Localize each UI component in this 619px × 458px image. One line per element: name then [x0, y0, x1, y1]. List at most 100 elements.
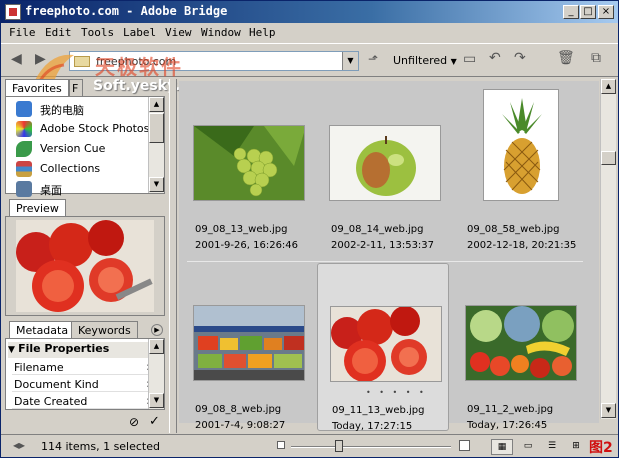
favorites-tabs: Favorites F [5, 79, 165, 97]
app-icon[interactable] [5, 4, 21, 20]
compact-mode-icon[interactable]: ⧉ [591, 50, 601, 66]
file-date: 2002-2-11, 13:53:37 [331, 240, 435, 251]
scroll-down-icon[interactable]: ▼ [149, 177, 164, 192]
thumbnail-image-pineapple [483, 89, 559, 201]
scroll-thumb[interactable] [149, 113, 164, 143]
content-scrollbar[interactable]: ▲ ▼ [600, 79, 616, 419]
file-date: Today, 17:26:45 [467, 420, 548, 431]
thumbnail-cell[interactable]: 09_08_13_web.jpg 2001-9-26, 16:26:46 [181, 85, 313, 253]
minimize-button[interactable]: _ [563, 5, 579, 19]
metadata-row: Filename : [12, 359, 152, 375]
scroll-up-icon[interactable]: ▲ [601, 79, 616, 94]
file-name: 09_11_13_web.jpg [332, 405, 425, 416]
thumbnail-image-apple [329, 125, 441, 201]
cancel-icon[interactable]: ⊘ [129, 415, 139, 429]
row-divider [187, 261, 583, 262]
menu-file[interactable]: File [9, 26, 36, 39]
disclosure-triangle-icon: ▼ [8, 345, 19, 355]
file-name: 09_08_58_web.jpg [467, 224, 560, 235]
menu-view[interactable]: View [165, 26, 192, 39]
title-bar[interactable]: freephoto.com - Adobe Bridge _ □ × [1, 1, 618, 23]
menu-window[interactable]: Window [201, 26, 241, 39]
menu-bar: File Edit Tools Label View Window Help [1, 23, 618, 43]
status-text: 114 items, 1 selected [41, 440, 160, 453]
tab-favorites[interactable]: Favorites [5, 79, 69, 97]
filter-label: Unfiltered [393, 54, 448, 67]
preview-panel [5, 216, 165, 316]
zoom-small-icon[interactable] [277, 441, 285, 449]
watermark-text: 天极软件 [95, 55, 183, 79]
metadata-panel: ▼ File Properties Filename : Document Ki… [5, 338, 165, 410]
zoom-large-icon[interactable] [459, 440, 470, 451]
panel-menu-icon[interactable]: ▶ [151, 324, 163, 336]
thumbnail-cell[interactable]: 09_11_2_web.jpg Today, 17:26:45 [453, 265, 585, 433]
path-dropdown-chevron-icon[interactable]: ▼ [342, 52, 358, 70]
scroll-down-icon[interactable]: ▼ [149, 393, 164, 408]
versions-view-button[interactable]: ⊞ [565, 439, 587, 455]
apply-check-icon[interactable]: ✓ [149, 414, 160, 429]
thumbnail-cell[interactable]: 09_08_14_web.jpg 2002-2-11, 13:53:37 [317, 85, 449, 253]
thumbnail-image-market [193, 305, 305, 381]
file-properties-header[interactable]: ▼ File Properties [8, 342, 148, 358]
menu-tools[interactable]: Tools [81, 26, 114, 39]
thumbnail-image-tomatoes [330, 306, 442, 382]
new-folder-icon[interactable]: ▭ [463, 51, 476, 67]
file-name: 09_08_14_web.jpg [331, 224, 424, 235]
zoom-slider-track[interactable] [291, 446, 451, 448]
computer-icon [16, 101, 32, 117]
figure-label: 图2 [589, 440, 613, 456]
version-cue-icon [16, 141, 32, 157]
metadata-scrollbar[interactable]: ▲ ▼ [148, 339, 164, 409]
tab-folders[interactable]: F [69, 79, 83, 97]
rating-dots[interactable]: • • • • • [366, 388, 427, 397]
trash-icon[interactable]: 🗑 [557, 50, 575, 66]
menu-label[interactable]: Label [123, 26, 156, 39]
thumbnail-image-vegetables [465, 305, 577, 381]
collections-icon [16, 161, 32, 177]
close-button[interactable]: × [598, 5, 614, 19]
filter-dropdown[interactable]: Unfiltered ▼ [393, 54, 457, 67]
stock-photos-icon [16, 121, 32, 137]
thumbnail-view-button[interactable]: ▦ [491, 439, 513, 455]
details-view-button[interactable]: ☰ [541, 439, 563, 455]
menu-help[interactable]: Help [249, 26, 276, 39]
window-title: freephoto.com - Adobe Bridge [25, 4, 228, 18]
thumbnail-cell-selected[interactable]: • • • • • 09_11_13_web.jpg Today, 17:27:… [317, 263, 449, 432]
tab-metadata[interactable]: Metadata [9, 321, 76, 339]
file-date: 2002-12-18, 20:21:35 [467, 240, 577, 251]
filter-chevron-icon: ▼ [450, 57, 457, 66]
preview-image [16, 220, 154, 312]
status-bar: ◂▸ 114 items, 1 selected ▦ ▭ ☰ ⊞ 图2 [1, 434, 618, 457]
metadata-tabs: Metadata Keywords ▶ [5, 321, 165, 339]
menu-edit[interactable]: Edit [45, 26, 72, 39]
thumbnail-cell[interactable]: 09_08_58_web.jpg 2002-12-18, 20:21:35 [453, 85, 585, 253]
file-date: Today, 17:27:15 [332, 421, 413, 432]
preview-tabs: Preview [5, 199, 165, 217]
favorites-scrollbar[interactable]: ▲ ▼ [148, 97, 164, 193]
up-folder-icon[interactable]: ⬏ [368, 52, 378, 66]
scroll-up-icon[interactable]: ▲ [149, 339, 164, 354]
thumbnail-image-grapes [193, 125, 305, 201]
scroll-up-icon[interactable]: ▲ [149, 97, 164, 112]
filmstrip-view-button[interactable]: ▭ [517, 439, 539, 455]
toolbar: ◀ ▶ freephoto.com ▼ ⬏ Unfiltered ▼ ▭ ↶ ↷… [1, 43, 618, 77]
favorites-panel: 我的电脑 Adobe Stock Photos Version Cue Coll… [5, 96, 165, 197]
bridge-window: freephoto.com - Adobe Bridge _ □ × File … [0, 0, 619, 458]
tab-keywords[interactable]: Keywords [71, 321, 138, 339]
rotate-right-icon[interactable]: ↷ [514, 50, 526, 66]
scroll-thumb[interactable] [601, 151, 616, 165]
panel-splitter[interactable] [169, 79, 177, 433]
metadata-row: Date Created : [12, 393, 152, 409]
thumbnail-cell[interactable]: 09_08_8_web.jpg 2001-7-4, 9:08:27 [181, 265, 313, 433]
file-name: 09_08_8_web.jpg [195, 404, 282, 415]
tab-preview[interactable]: Preview [9, 199, 66, 217]
file-name: 09_08_13_web.jpg [195, 224, 288, 235]
back-arrow-icon[interactable]: ◀ [11, 51, 22, 67]
scroll-down-icon[interactable]: ▼ [601, 403, 616, 418]
rotate-left-icon[interactable]: ↶ [489, 50, 501, 66]
desktop-icon [16, 181, 32, 197]
toggle-panels-icon[interactable]: ◂▸ [13, 438, 25, 452]
file-date: 2001-9-26, 16:26:46 [195, 240, 299, 251]
zoom-slider-thumb[interactable] [335, 440, 343, 452]
maximize-button[interactable]: □ [580, 5, 596, 19]
